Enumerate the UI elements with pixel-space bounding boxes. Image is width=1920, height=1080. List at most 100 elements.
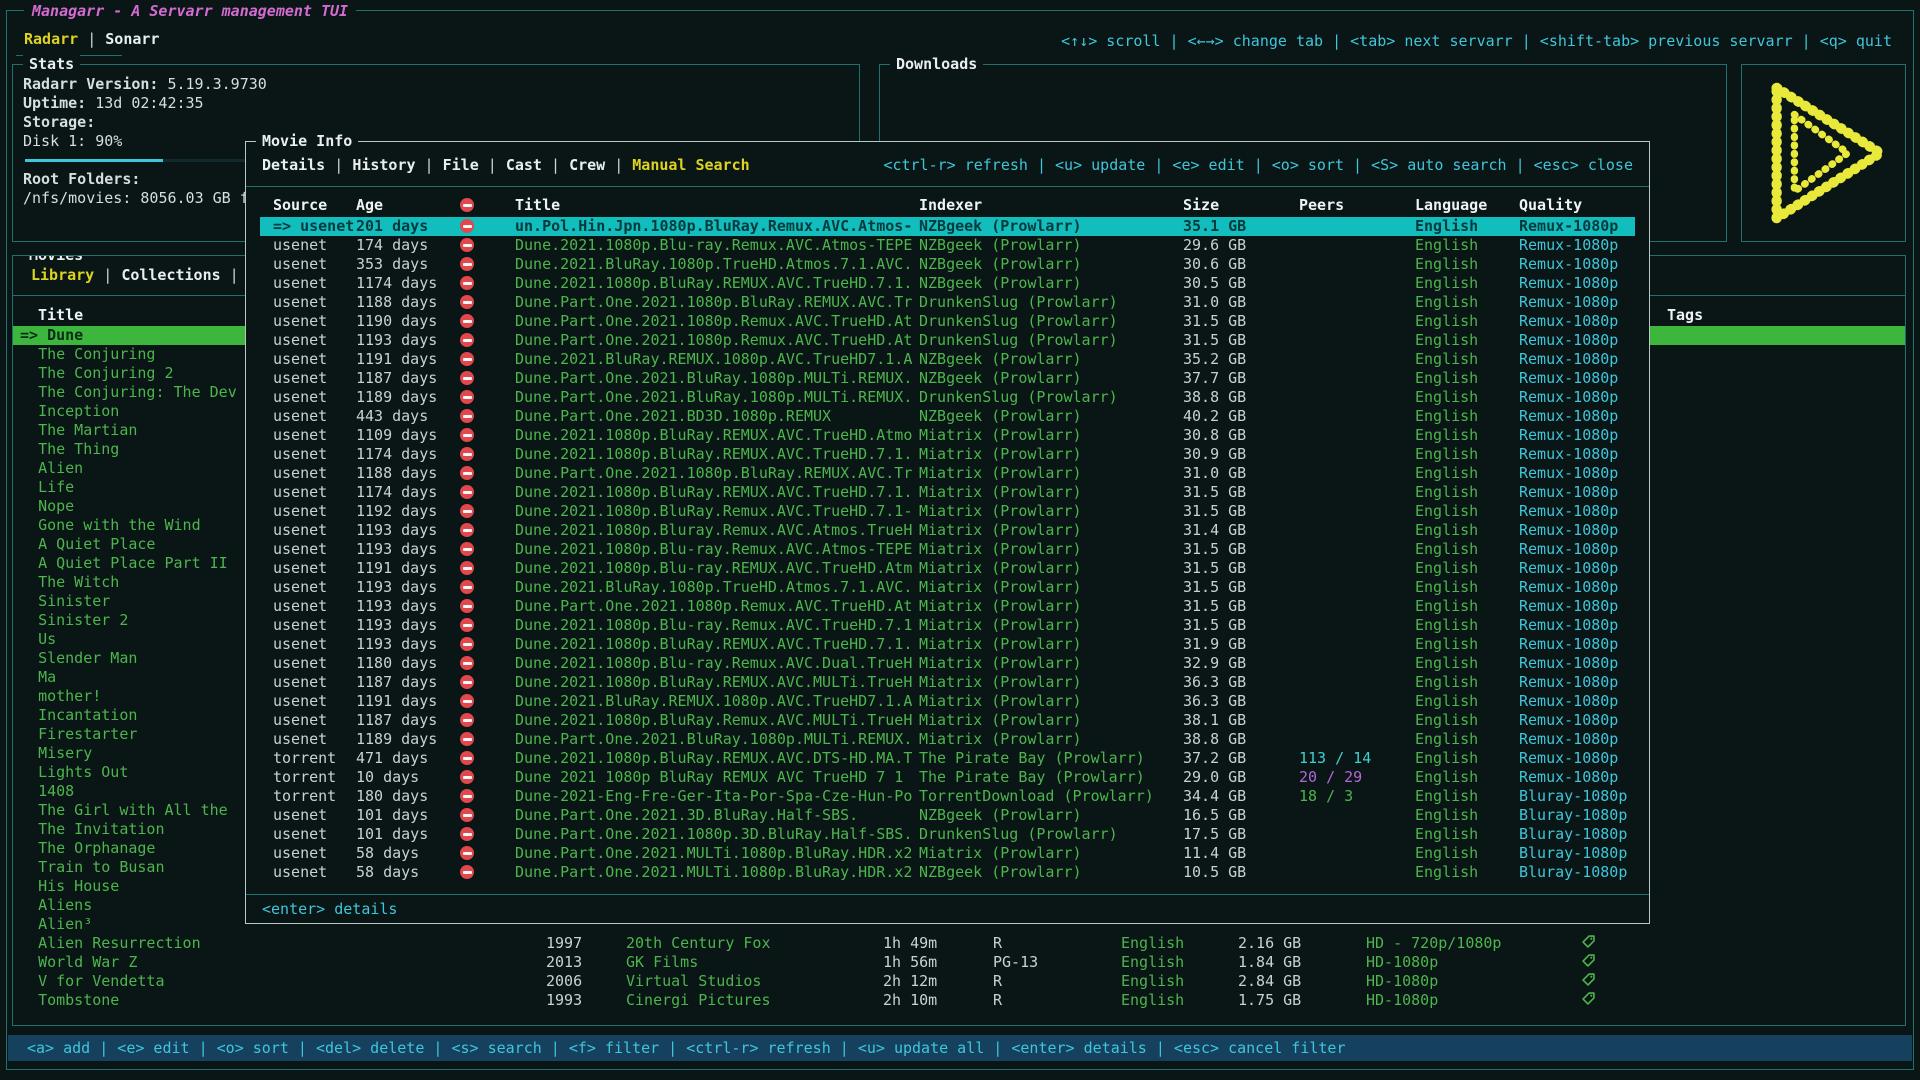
movie-row[interactable]: V for Vendetta2006Virtual Studios2h 12mR… (13, 972, 1905, 991)
search-result-row[interactable]: usenet58 daysDune.Part.One.2021.MULTi.10… (260, 863, 1635, 882)
release-indexer: NZBgeek (Prowlarr) (919, 350, 1183, 369)
search-result-row[interactable]: usenet1188 daysDune.Part.One.2021.1080p.… (260, 464, 1635, 483)
tab-collections[interactable]: Collections (121, 266, 220, 284)
search-result-row[interactable]: usenet1193 daysDune.2021.1080p.Blu-ray.R… (260, 540, 1635, 559)
release-source: usenet (273, 236, 327, 254)
release-title: Dune.Part.One.2021.BD3D.1080p.REMUX (515, 407, 919, 426)
search-result-row[interactable]: usenet1193 daysDune.2021.1080p.Bluray.Re… (260, 521, 1635, 540)
no-entry-icon (460, 656, 474, 670)
release-size: 31.4 GB (1183, 521, 1299, 540)
movie-row[interactable]: Tombstone1993Cinergi Pictures2h 10mREngl… (13, 991, 1905, 1010)
no-entry-icon (460, 846, 474, 860)
search-result-row[interactable]: usenet1189 daysDune.Part.One.2021.BluRay… (260, 730, 1635, 749)
movie-title: The Conjuring: The Dev (38, 383, 237, 402)
release-title: Dune-2021-Eng-Fre-Ger-Ita-Por-Spa-Cze-Hu… (515, 787, 919, 806)
release-title: Dune.Part.One.2021.MULTi.1080p.BluRay.HD… (515, 863, 919, 882)
release-source: torrent (273, 768, 336, 786)
tab-cast[interactable]: Cast (506, 156, 542, 174)
search-result-row[interactable]: usenet1190 daysDune.Part.One.2021.1080p.… (260, 312, 1635, 331)
tab-radarr[interactable]: Radarr (24, 30, 78, 48)
tab-manual-search[interactable]: Manual Search (632, 156, 749, 174)
search-result-row[interactable]: usenet1191 daysDune.2021.1080p.Blu-ray.R… (260, 559, 1635, 578)
movie-title: Gone with the Wind (38, 516, 201, 535)
search-result-row[interactable]: usenet1180 daysDune.2021.1080p.Blu-ray.R… (260, 654, 1635, 673)
release-size: 38.1 GB (1183, 711, 1299, 730)
search-result-row[interactable]: usenet1189 daysDune.Part.One.2021.BluRay… (260, 388, 1635, 407)
release-age: 1190 days (356, 312, 460, 331)
release-language: English (1415, 312, 1519, 331)
movie-info-title: Movie Info (256, 132, 358, 151)
search-result-row[interactable]: usenet174 daysDune.2021.1080p.Blu-ray.Re… (260, 236, 1635, 255)
search-result-row[interactable]: usenet101 daysDune.Part.One.2021.1080p.3… (260, 825, 1635, 844)
search-result-row[interactable]: usenet443 daysDune.Part.One.2021.BD3D.10… (260, 407, 1635, 426)
tab-details[interactable]: Details (262, 156, 325, 174)
no-entry-icon (460, 314, 474, 328)
column-header: Title (515, 193, 919, 217)
release-indexer: Miatrix (Prowlarr) (919, 635, 1183, 654)
release-source: usenet (273, 369, 327, 387)
movie-title: World War Z (38, 953, 137, 972)
search-result-row[interactable]: usenet1187 daysDune.Part.One.2021.BluRay… (260, 369, 1635, 388)
search-result-row[interactable]: usenet101 daysDune.Part.One.2021.3D.BluR… (260, 806, 1635, 825)
movie-language: English (1121, 991, 1238, 1010)
search-result-row[interactable]: usenet353 daysDune.2021.BluRay.1080p.Tru… (260, 255, 1635, 274)
release-indexer: DrunkenSlug (Prowlarr) (919, 331, 1183, 350)
release-language: English (1415, 274, 1519, 293)
movie-runtime: 1h 56m (883, 953, 993, 972)
search-result-row[interactable]: usenet1187 daysDune.2021.1080p.BluRay.Re… (260, 711, 1635, 730)
release-language: English (1415, 521, 1519, 540)
search-result-row[interactable]: usenet1193 daysDune.2021.1080p.BluRay.RE… (260, 635, 1635, 654)
search-result-row[interactable]: torrent10 daysDune 2021 1080p BluRay REM… (260, 768, 1635, 787)
release-indexer: Miatrix (Prowlarr) (919, 711, 1183, 730)
column-header: Language (1415, 193, 1519, 217)
no-entry-icon (460, 675, 474, 689)
no-entry-icon (460, 238, 474, 252)
search-result-row[interactable]: usenet1193 daysDune.Part.One.2021.1080p.… (260, 597, 1635, 616)
search-result-row[interactable]: usenet1192 daysDune.2021.1080p.BluRay.Re… (260, 502, 1635, 521)
search-result-row[interactable]: usenet1193 daysDune.2021.1080p.Blu-ray.R… (260, 616, 1635, 635)
movie-tags (1667, 725, 1905, 744)
release-size: 31.5 GB (1183, 559, 1299, 578)
release-peers (1299, 293, 1415, 312)
search-result-row[interactable]: usenet1174 daysDune.2021.1080p.BluRay.RE… (260, 445, 1635, 464)
search-result-row[interactable]: usenet1174 daysDune.2021.1080p.BluRay.RE… (260, 274, 1635, 293)
release-peers (1299, 521, 1415, 540)
search-result-row[interactable]: usenet1193 daysDune.2021.BluRay.1080p.Tr… (260, 578, 1635, 597)
movie-title: The Martian (38, 421, 137, 440)
release-age: 1174 days (356, 483, 460, 502)
search-result-row[interactable]: usenet1191 daysDune.2021.BluRay.REMUX.10… (260, 350, 1635, 369)
search-result-row[interactable]: torrent471 daysDune.2021.1080p.BluRay.RE… (260, 749, 1635, 768)
no-entry-icon (460, 865, 474, 879)
no-entry-icon (460, 732, 474, 746)
search-result-row[interactable]: usenet58 daysDune.Part.One.2021.MULTi.10… (260, 844, 1635, 863)
tab-file[interactable]: File (443, 156, 479, 174)
release-size: 31.5 GB (1183, 540, 1299, 559)
tab-sonarr[interactable]: Sonarr (105, 30, 159, 48)
release-indexer: Miatrix (Prowlarr) (919, 540, 1183, 559)
search-result-row[interactable]: usenet1174 daysDune.2021.1080p.BluRay.RE… (260, 483, 1635, 502)
release-quality: Bluray-1080p (1519, 806, 1635, 825)
movie-row[interactable]: Alien Resurrection199720th Century Fox1h… (13, 934, 1905, 953)
movie-row[interactable]: World War Z2013GK Films1h 56mPG-13Englis… (13, 953, 1905, 972)
tab-crew[interactable]: Crew (569, 156, 605, 174)
movie-tags (1667, 611, 1905, 630)
movie-info-keybinds: <ctrl-r> refresh | <u> update | <e> edit… (883, 154, 1633, 186)
release-source: usenet (273, 692, 327, 710)
release-language: English (1415, 407, 1519, 426)
no-entry-icon (460, 599, 474, 613)
release-quality: Remux-1080p (1519, 654, 1635, 673)
movie-size: 1.84 GB (1238, 953, 1366, 972)
search-result-row[interactable]: usenet1193 daysDune.Part.One.2021.1080p.… (260, 331, 1635, 350)
search-result-row[interactable]: usenet1188 daysDune.Part.One.2021.1080p.… (260, 293, 1635, 312)
release-size: 29.0 GB (1183, 768, 1299, 787)
selection-arrow: => (20, 326, 47, 345)
tab-library[interactable]: Library (31, 266, 94, 284)
release-size: 35.2 GB (1183, 350, 1299, 369)
tab-history[interactable]: History (352, 156, 415, 174)
search-result-row[interactable]: torrent180 daysDune-2021-Eng-Fre-Ger-Ita… (260, 787, 1635, 806)
search-result-row[interactable]: => usenet201 daysun.Pol.Hin.Jpn.1080p.Bl… (260, 217, 1635, 236)
search-result-row[interactable]: usenet1109 daysDune.2021.1080p.BluRay.RE… (260, 426, 1635, 445)
search-result-row[interactable]: usenet1187 daysDune.2021.1080p.BluRay.RE… (260, 673, 1635, 692)
release-size: 30.8 GB (1183, 426, 1299, 445)
search-result-row[interactable]: usenet1191 daysDune.2021.BluRay.REMUX.10… (260, 692, 1635, 711)
